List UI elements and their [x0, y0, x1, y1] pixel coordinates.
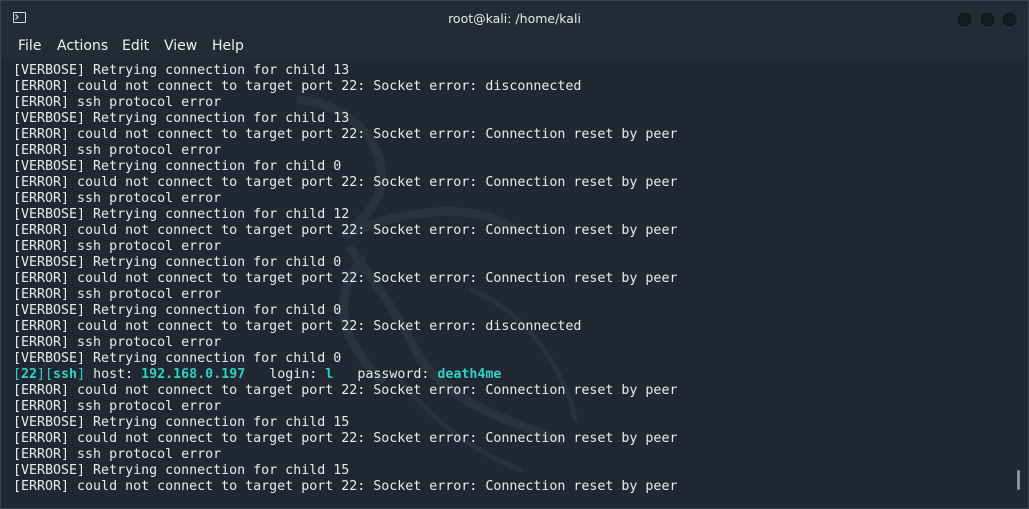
close-button[interactable]: [1001, 11, 1018, 28]
terminal-output[interactable]: [VERBOSE] Retrying connection for child …: [1, 60, 1028, 508]
menu-help[interactable]: Help: [212, 38, 244, 54]
bracket: [: [13, 367, 22, 382]
found-host: 192.168.0.197: [141, 367, 246, 382]
terminal-line: [ERROR] could not connect to target port…: [13, 127, 678, 142]
menu-edit[interactable]: Edit: [122, 38, 149, 54]
terminal-line: [VERBOSE] Retrying connection for child …: [13, 207, 350, 222]
menu-view[interactable]: View: [164, 38, 197, 54]
terminal-lines: [VERBOSE] Retrying connection for child …: [13, 63, 677, 495]
terminal-line: [VERBOSE] Retrying connection for child …: [13, 415, 350, 430]
bracket: ][: [37, 367, 54, 382]
terminal-line: [VERBOSE] Retrying connection for child …: [13, 159, 342, 174]
terminal-line: [ERROR] ssh protocol error: [13, 335, 222, 350]
terminal-line: [VERBOSE] Retrying connection for child …: [13, 351, 342, 366]
maximize-button[interactable]: [979, 11, 996, 28]
terminal-line: [ERROR] could not connect to target port…: [13, 319, 582, 334]
terminal-line: [VERBOSE] Retrying connection for child …: [13, 303, 342, 318]
login-label: login:: [245, 367, 326, 382]
terminal-window: root@kali: /home/kali File Actions Edit …: [0, 0, 1029, 509]
terminal-line: [ERROR] ssh protocol error: [13, 399, 222, 414]
password-label: password:: [333, 367, 438, 382]
terminal-line: [ERROR] could not connect to target port…: [13, 175, 678, 190]
terminal-line: [VERBOSE] Retrying connection for child …: [13, 63, 350, 78]
terminal-line: [VERBOSE] Retrying connection for child …: [13, 111, 350, 126]
terminal-line: [ERROR] ssh protocol error: [13, 191, 222, 206]
found-port: 22: [21, 367, 38, 382]
terminal-line: [ERROR] could not connect to target port…: [13, 383, 678, 398]
found-password: death4me: [437, 367, 502, 382]
minimize-button[interactable]: [956, 11, 973, 28]
title-bar[interactable]: root@kali: /home/kali: [1, 1, 1028, 36]
window-title: root@kali: /home/kali: [448, 11, 581, 26]
terminal-line: [ERROR] could not connect to target port…: [13, 223, 678, 238]
bracket: ]: [77, 367, 86, 382]
terminal-line: [ERROR] could not connect to target port…: [13, 479, 678, 494]
terminal-line: [VERBOSE] Retrying connection for child …: [13, 255, 342, 270]
terminal-line: [VERBOSE] Retrying connection for child …: [13, 463, 350, 478]
terminal-line: [ERROR] ssh protocol error: [13, 95, 222, 110]
credential-found-line: [22][ssh] host: 192.168.0.197 login: l p…: [13, 367, 677, 383]
terminal-line: [ERROR] ssh protocol error: [13, 143, 222, 158]
terminal-line: [ERROR] could not connect to target port…: [13, 79, 582, 94]
menu-actions[interactable]: Actions: [57, 38, 108, 54]
terminal-line: [ERROR] ssh protocol error: [13, 447, 222, 462]
terminal-line: [ERROR] could not connect to target port…: [13, 271, 678, 286]
menu-bar: File Actions Edit View Help: [1, 36, 1028, 60]
terminal-line: [ERROR] ssh protocol error: [13, 287, 222, 302]
scrollbar-thumb[interactable]: [1017, 470, 1020, 490]
terminal-line: [ERROR] ssh protocol error: [13, 239, 222, 254]
host-label: host:: [85, 367, 142, 382]
menu-file[interactable]: File: [18, 38, 41, 54]
found-service: ssh: [53, 367, 78, 382]
terminal-line: [ERROR] could not connect to target port…: [13, 431, 678, 446]
